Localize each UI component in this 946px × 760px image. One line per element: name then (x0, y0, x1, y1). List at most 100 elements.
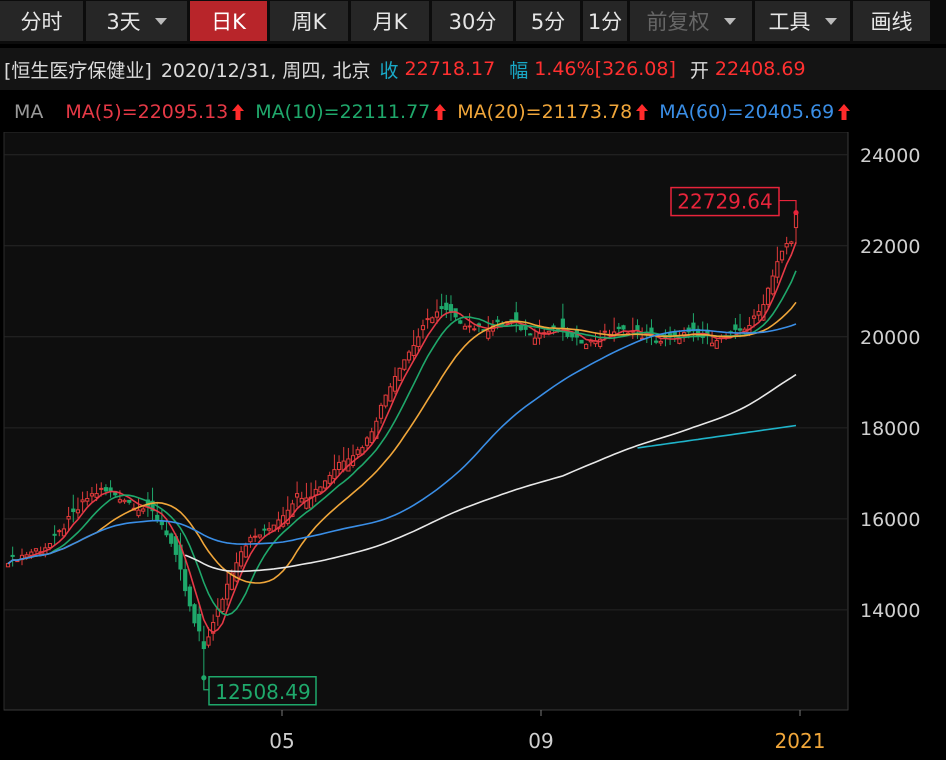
change-percent: 1.46% (534, 58, 595, 80)
candlestick-chart[interactable]: 24000 22000 20000 18000 16000 14000 05 09 2021 22… (0, 132, 946, 760)
candle-body (756, 310, 761, 316)
x-tick-label: 2021 (775, 729, 826, 753)
index-name: [恒生医疗保健业] (4, 59, 152, 82)
ma-value: MA(20)=21173.78 (457, 101, 633, 123)
candle-body (584, 343, 589, 350)
candle-body (672, 331, 677, 336)
tab-2[interactable]: 日K (190, 1, 267, 41)
candle-body (733, 324, 738, 330)
candle-body (775, 261, 780, 278)
tab-5[interactable]: 30分 (432, 1, 513, 41)
candle-body (528, 333, 533, 336)
tab-label: 3天 (106, 10, 141, 34)
change-absolute: [326.08] (594, 58, 676, 80)
candle-body (80, 499, 85, 503)
tab-3[interactable]: 周K (270, 1, 348, 41)
candle-body (397, 367, 402, 381)
candle-body (369, 431, 374, 444)
quote-info-bar: [恒生医疗保健业] 2020/12/31, 周四, 北京 收 22718.17 … (0, 48, 946, 90)
quote-datetime: 2020/12/31, 周四, 北京 (160, 59, 371, 82)
candle-body (486, 330, 491, 339)
ma-legend-item: MA(5)=22095.13 (65, 101, 245, 123)
candle-body (5, 563, 11, 568)
candle-body (253, 535, 258, 538)
y-tick-label: 20000 (860, 327, 920, 349)
y-tick-label: 22000 (860, 236, 920, 258)
candle-body (155, 514, 160, 520)
tab-8[interactable]: 前复权 (630, 1, 752, 41)
up-arrow-icon (636, 104, 649, 120)
candle-body (425, 318, 430, 321)
ma-label: MA (14, 101, 44, 123)
tab-1[interactable]: 3天 (86, 1, 187, 41)
period-toolbar: 分时 3天 日K 周K 月K 30分 5分 1分 前复权 工具 画线 (0, 0, 946, 44)
candle-body (248, 536, 253, 543)
candle-body (103, 487, 109, 492)
candle-body (709, 342, 715, 347)
x-tick-label: 09 (528, 729, 553, 753)
candle-body (784, 243, 789, 248)
tab-6[interactable]: 5分 (516, 1, 580, 41)
candle-body (677, 338, 682, 344)
candle-body (318, 486, 323, 493)
candle-body (378, 404, 384, 419)
candle-body (439, 306, 444, 310)
candle-body (66, 515, 71, 520)
candle-body (402, 359, 407, 370)
ma-legend-item: MA(10)=22111.77 (255, 101, 447, 123)
candle-body (294, 493, 300, 498)
candle-body (127, 499, 132, 503)
candle-body (89, 493, 95, 497)
candle-body (33, 548, 39, 552)
candle-body (770, 275, 775, 295)
candle-body (364, 437, 370, 446)
tab-10[interactable]: 画线 (853, 1, 930, 41)
candle-body (616, 326, 621, 330)
tab-label: 30分 (448, 10, 497, 34)
close-label: 收 (379, 59, 399, 82)
candle-body (99, 487, 104, 490)
up-arrow-icon (434, 104, 447, 120)
candle-body (472, 328, 477, 331)
candle-body (570, 333, 575, 338)
candle-body (467, 325, 472, 328)
tab-9[interactable]: 工具 (755, 1, 850, 41)
tab-0[interactable]: 分时 (0, 1, 83, 41)
candle-body (192, 604, 197, 624)
ma-value: MA(60)=20405.69 (659, 101, 835, 123)
candle-body (206, 636, 211, 646)
tab-label: 日K (211, 10, 246, 34)
y-tick-label: 18000 (860, 418, 920, 440)
up-arrow-icon (232, 104, 245, 120)
candle-body (187, 586, 192, 607)
candle-body (537, 333, 542, 339)
candle-body (108, 487, 113, 492)
candle-body (420, 325, 426, 331)
up-arrow-icon (838, 104, 851, 120)
max-value-label: 22729.64 (677, 190, 772, 214)
candle-body (117, 499, 123, 503)
change-label: 幅 (509, 59, 529, 82)
candle-body (579, 339, 584, 344)
y-tick-label: 24000 (860, 145, 920, 167)
candle-body (514, 312, 519, 322)
tab-7[interactable]: 1分 (583, 1, 627, 41)
y-tick-label: 16000 (860, 509, 920, 531)
tab-label: 1分 (587, 10, 623, 34)
candle-body (383, 394, 388, 407)
candle-body (714, 340, 719, 349)
candle-body (737, 328, 743, 331)
candle-body (85, 497, 90, 502)
tab-4[interactable]: 月K (351, 1, 429, 41)
candle-body (299, 497, 304, 503)
candle-body (243, 545, 248, 558)
candle-body (392, 375, 398, 392)
x-tick-label: 05 (269, 729, 294, 753)
ma-value: MA(5)=22095.13 (65, 101, 229, 123)
tab-label: 周K (291, 10, 327, 34)
candle-body (262, 528, 267, 531)
tab-label: 前复权 (646, 10, 710, 34)
candle-body (793, 212, 799, 229)
candle-body (75, 509, 81, 514)
candle-body (183, 569, 188, 592)
